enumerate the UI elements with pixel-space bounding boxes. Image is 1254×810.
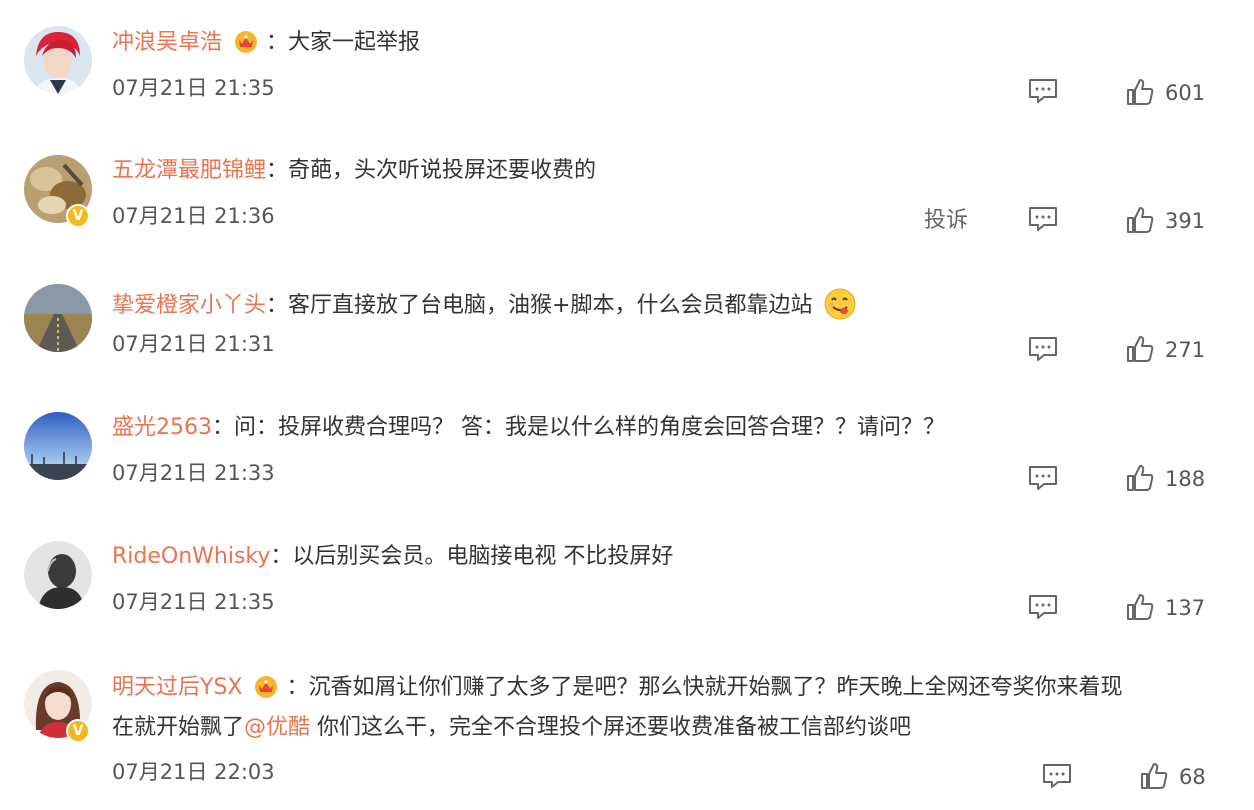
comment-timestamp: 07月21日 21:33 — [112, 461, 275, 485]
vip-crown-icon — [235, 31, 258, 53]
comment-timestamp: 07月21日 21:31 — [112, 332, 275, 356]
comment-text: 大家一起举报 — [288, 30, 421, 55]
username-link[interactable]: 冲浪吴卓浩 — [112, 30, 222, 55]
separator: ： — [212, 415, 235, 440]
comment-line: 挚爱橙家小丫头：客厅直接放了台电脑，油猴+脚本，什么会员都靠边站 — [112, 287, 857, 321]
comment-text: 问：投屏收费合理吗？ 答：我是以什么样的角度会回答合理？？请问？？ — [234, 415, 946, 440]
like-icon[interactable] — [1126, 335, 1154, 363]
like-icon[interactable] — [1126, 78, 1154, 106]
reply-icon[interactable] — [1028, 78, 1058, 104]
comment-text: 以后别买会员。电脑接电视 不比投屏好 — [292, 544, 674, 569]
like-count: 271 — [1165, 338, 1206, 362]
username-link[interactable]: 挚爱橙家小丫头 — [112, 293, 266, 318]
separator: ： — [266, 293, 289, 318]
like-count: 188 — [1165, 467, 1206, 491]
like-count: 68 — [1179, 765, 1206, 789]
user-avatar[interactable] — [24, 412, 92, 480]
like-icon[interactable] — [1126, 593, 1154, 621]
comment-line: 五龙潭最肥锦鲤：奇葩，头次听说投屏还要收费的 — [112, 158, 596, 184]
verified-v-icon: V — [66, 719, 90, 743]
mention-link[interactable]: @优酷 — [244, 715, 310, 740]
username-link[interactable]: 五龙潭最肥锦鲤 — [112, 158, 266, 183]
like-count: 601 — [1165, 81, 1206, 105]
comment-text: 奇葩，头次听说投屏还要收费的 — [288, 158, 597, 183]
comment-line: 明天过后YSX ：沉香如屑让你们赚了太多了是吧？那么快就开始飘了？昨天晚上全网还… — [112, 673, 1123, 701]
comment-text-continued: 在就开始飘了 — [112, 715, 245, 740]
user-avatar[interactable] — [24, 26, 92, 94]
reply-icon[interactable] — [1028, 336, 1058, 362]
yummy-face-emoji — [824, 288, 856, 320]
reply-icon[interactable] — [1028, 206, 1058, 232]
user-avatar[interactable] — [24, 541, 92, 609]
report-button[interactable]: 投诉 — [924, 208, 968, 234]
comment-timestamp: 07月21日 21:35 — [112, 590, 275, 614]
username-link[interactable]: 盛光2563 — [112, 415, 212, 440]
like-icon[interactable] — [1126, 206, 1154, 234]
username-link[interactable]: RideOnWhisky — [112, 544, 270, 569]
like-icon[interactable] — [1126, 464, 1154, 492]
username-link[interactable]: 明天过后YSX — [112, 675, 242, 700]
separator: ： — [266, 30, 289, 55]
comment-timestamp: 07月21日 21:36 — [112, 204, 275, 228]
separator: ： — [270, 544, 293, 569]
comment-line: RideOnWhisky：以后别买会员。电脑接电视 不比投屏好 — [112, 544, 673, 570]
reply-icon[interactable] — [1042, 763, 1072, 789]
reply-icon[interactable] — [1028, 594, 1058, 620]
separator: ： — [286, 675, 309, 700]
comment-text: 客厅直接放了台电脑，油猴+脚本，什么会员都靠边站 — [288, 293, 813, 318]
like-icon[interactable] — [1140, 762, 1168, 790]
comment-line: 冲浪吴卓浩 ：大家一起举报 — [112, 28, 420, 56]
comment-line: 盛光2563：问：投屏收费合理吗？ 答：我是以什么样的角度会回答合理？？请问？？ — [112, 415, 945, 441]
vip-crown-icon — [255, 676, 278, 698]
comment-timestamp: 07月21日 21:35 — [112, 76, 275, 100]
comment-line-continued: 在就开始飘了@优酷 你们这么干，完全不合理投个屏还要收费准备被工信部约谈吧 — [112, 715, 911, 741]
comment-text-continued: 你们这么干，完全不合理投个屏还要收费准备被工信部约谈吧 — [310, 715, 912, 740]
reply-icon[interactable] — [1028, 465, 1058, 491]
verified-v-icon: V — [66, 204, 90, 228]
like-count: 137 — [1165, 596, 1206, 620]
user-avatar[interactable] — [24, 284, 92, 352]
like-count: 391 — [1165, 209, 1206, 233]
comment-timestamp: 07月21日 22:03 — [112, 760, 275, 784]
comment-text: 沉香如屑让你们赚了太多了是吧？那么快就开始飘了？昨天晚上全网还夸奖你来着现 — [308, 675, 1123, 700]
separator: ： — [266, 158, 289, 183]
comment-list: 冲浪吴卓浩 ：大家一起举报 07月21日 21:35 601 V 五龙潭最肥锦鲤… — [0, 0, 1254, 810]
